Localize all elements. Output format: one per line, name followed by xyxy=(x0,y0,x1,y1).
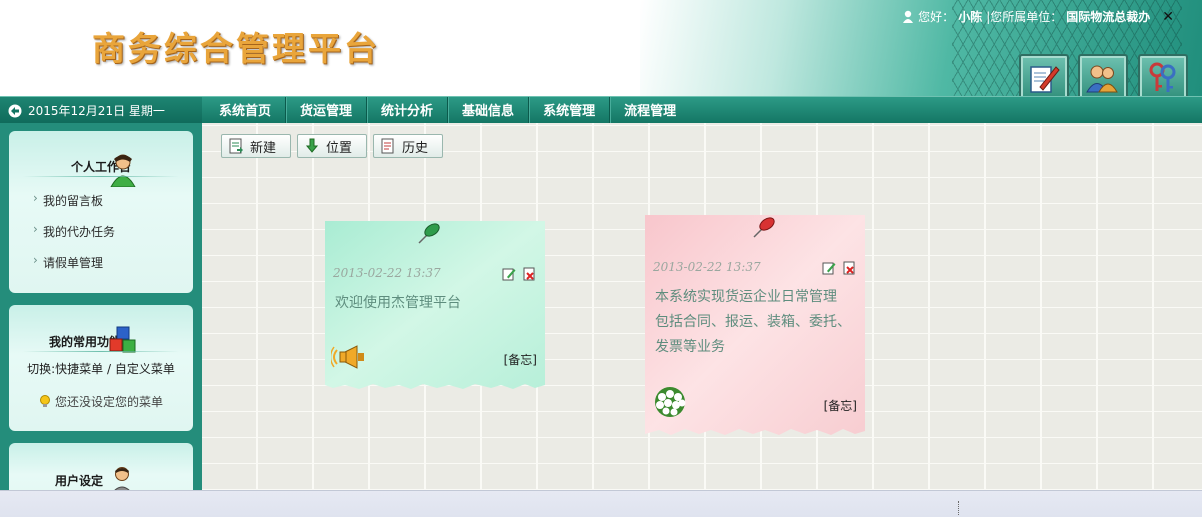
status-bar-divider xyxy=(958,501,960,515)
menu-system[interactable]: 系统管理 xyxy=(529,97,611,124)
divider xyxy=(23,351,179,352)
favorites-title: 我的常用功能 xyxy=(49,335,122,349)
menu-freight[interactable]: 货运管理 xyxy=(286,97,368,124)
delete-note-icon[interactable] xyxy=(842,261,856,275)
user-settings-title: 用户设定 xyxy=(54,474,103,488)
person-green-icon xyxy=(110,154,136,187)
user-info: 您好： 小陈 |您所属单位： 国际物流总裁办 ✕ xyxy=(902,8,1174,25)
sticky-note[interactable]: 2013-02-22 13:37 欢迎使用杰管理平台 [备忘] xyxy=(325,221,545,391)
new-document-icon xyxy=(229,138,243,154)
sidebar-link-message-board[interactable]: 我的留言板 xyxy=(33,191,103,209)
sticky-note[interactable]: 2013-02-22 13:37 本系统实现货运企业日常管理 包括合同、报运、装… xyxy=(645,215,865,437)
greeting-label: 您好： xyxy=(918,10,955,24)
no-menu-hint: 您还没设定您的菜单 xyxy=(39,393,163,410)
menu-home[interactable]: 系统首页 xyxy=(205,97,287,124)
note-tag: [备忘] xyxy=(823,399,857,413)
menu-switch-link[interactable]: 切换:快捷菜单 / 自定义菜单 xyxy=(9,360,193,377)
speaker-icon xyxy=(331,345,364,369)
users-button[interactable] xyxy=(1078,54,1128,96)
history-document-icon xyxy=(381,138,394,154)
note-date: 2013-02-22 13:37 xyxy=(653,260,761,274)
divider xyxy=(23,176,179,177)
users-icon xyxy=(1086,65,1118,93)
main-navbar: 2015年12月21日 星期一 系统首页 货运管理 统计分析 基础信息 系统管理… xyxy=(0,96,1202,124)
user-icon xyxy=(903,10,914,23)
note-text: 本系统实现货运企业日常管理 包括合同、报运、装箱、委托、 发票等业务 xyxy=(655,289,851,355)
menu-workflow[interactable]: 流程管理 xyxy=(610,97,690,124)
position-arrow-icon xyxy=(305,138,319,153)
sidebar-link-leave-requests[interactable]: 请假单管理 xyxy=(33,253,103,271)
new-button[interactable]: 新建 xyxy=(221,134,291,158)
user-name: 小陈 xyxy=(958,10,983,24)
new-button-label: 新建 xyxy=(250,140,277,156)
header: 商务综合管理平台 您好： 小陈 |您所属单位： 国际物流总裁办 ✕ xyxy=(0,0,1202,96)
refresh-arrow-icon xyxy=(8,104,22,117)
history-button-label: 历史 xyxy=(402,140,429,156)
date-display: 2015年12月21日 星期一 xyxy=(0,97,202,124)
edit-note-icon[interactable] xyxy=(822,261,836,275)
flower-bouquet-icon xyxy=(655,387,686,417)
position-button-label: 位置 xyxy=(326,140,353,156)
status-bar xyxy=(0,490,1202,517)
user-settings-panel: 用户设定 xyxy=(9,443,193,490)
menu-statistics[interactable]: 统计分析 xyxy=(367,97,449,124)
lightbulb-icon xyxy=(40,394,50,407)
workspace-panel: 个人工作台 我的留言板 我的代办任务 请假单管理 xyxy=(9,131,193,293)
sidebar: 个人工作台 我的留言板 我的代办任务 请假单管理 我的常用功能 切换:快捷菜单 … xyxy=(0,123,202,490)
note-text: 欢迎使用杰管理平台 xyxy=(335,295,461,311)
sidebar-link-pending-tasks[interactable]: 我的代办任务 xyxy=(33,222,115,240)
unit-name: 国际物流总裁办 xyxy=(1066,10,1151,24)
position-button[interactable]: 位置 xyxy=(297,134,367,158)
favorites-panel: 我的常用功能 切换:快捷菜单 / 自定义菜单 您还没设定您的菜单 xyxy=(9,305,193,431)
red-pushpin-icon xyxy=(753,217,775,238)
app-title: 商务综合管理平台 xyxy=(92,29,380,68)
current-date: 2015年12月21日 星期一 xyxy=(28,104,165,118)
keys-button[interactable] xyxy=(1138,54,1188,96)
note-tag: [备忘] xyxy=(503,353,537,367)
top-menu: 系统首页 货运管理 统计分析 基础信息 系统管理 流程管理 xyxy=(205,97,690,124)
edit-document-button[interactable] xyxy=(1019,54,1069,96)
main-content: 新建 位置 历史 2013-02-22 13:37 欢迎使用杰管理平台 [备忘]… xyxy=(202,123,1202,490)
history-button[interactable]: 历史 xyxy=(373,134,443,158)
logout-close-icon[interactable]: ✕ xyxy=(1162,9,1174,25)
workspace-title: 个人工作台 xyxy=(70,160,131,174)
edit-note-icon[interactable] xyxy=(502,267,516,281)
green-pushpin-icon xyxy=(418,223,440,244)
colored-cubes-icon xyxy=(109,326,136,353)
keys-icon xyxy=(1149,62,1176,92)
unit-label: |您所属单位： xyxy=(986,10,1063,24)
menu-basic-info[interactable]: 基础信息 xyxy=(448,97,530,124)
note-date: 2013-02-22 13:37 xyxy=(333,266,441,280)
edit-document-icon xyxy=(1030,66,1060,93)
person-suit-icon xyxy=(114,467,130,490)
delete-note-icon[interactable] xyxy=(522,267,536,281)
